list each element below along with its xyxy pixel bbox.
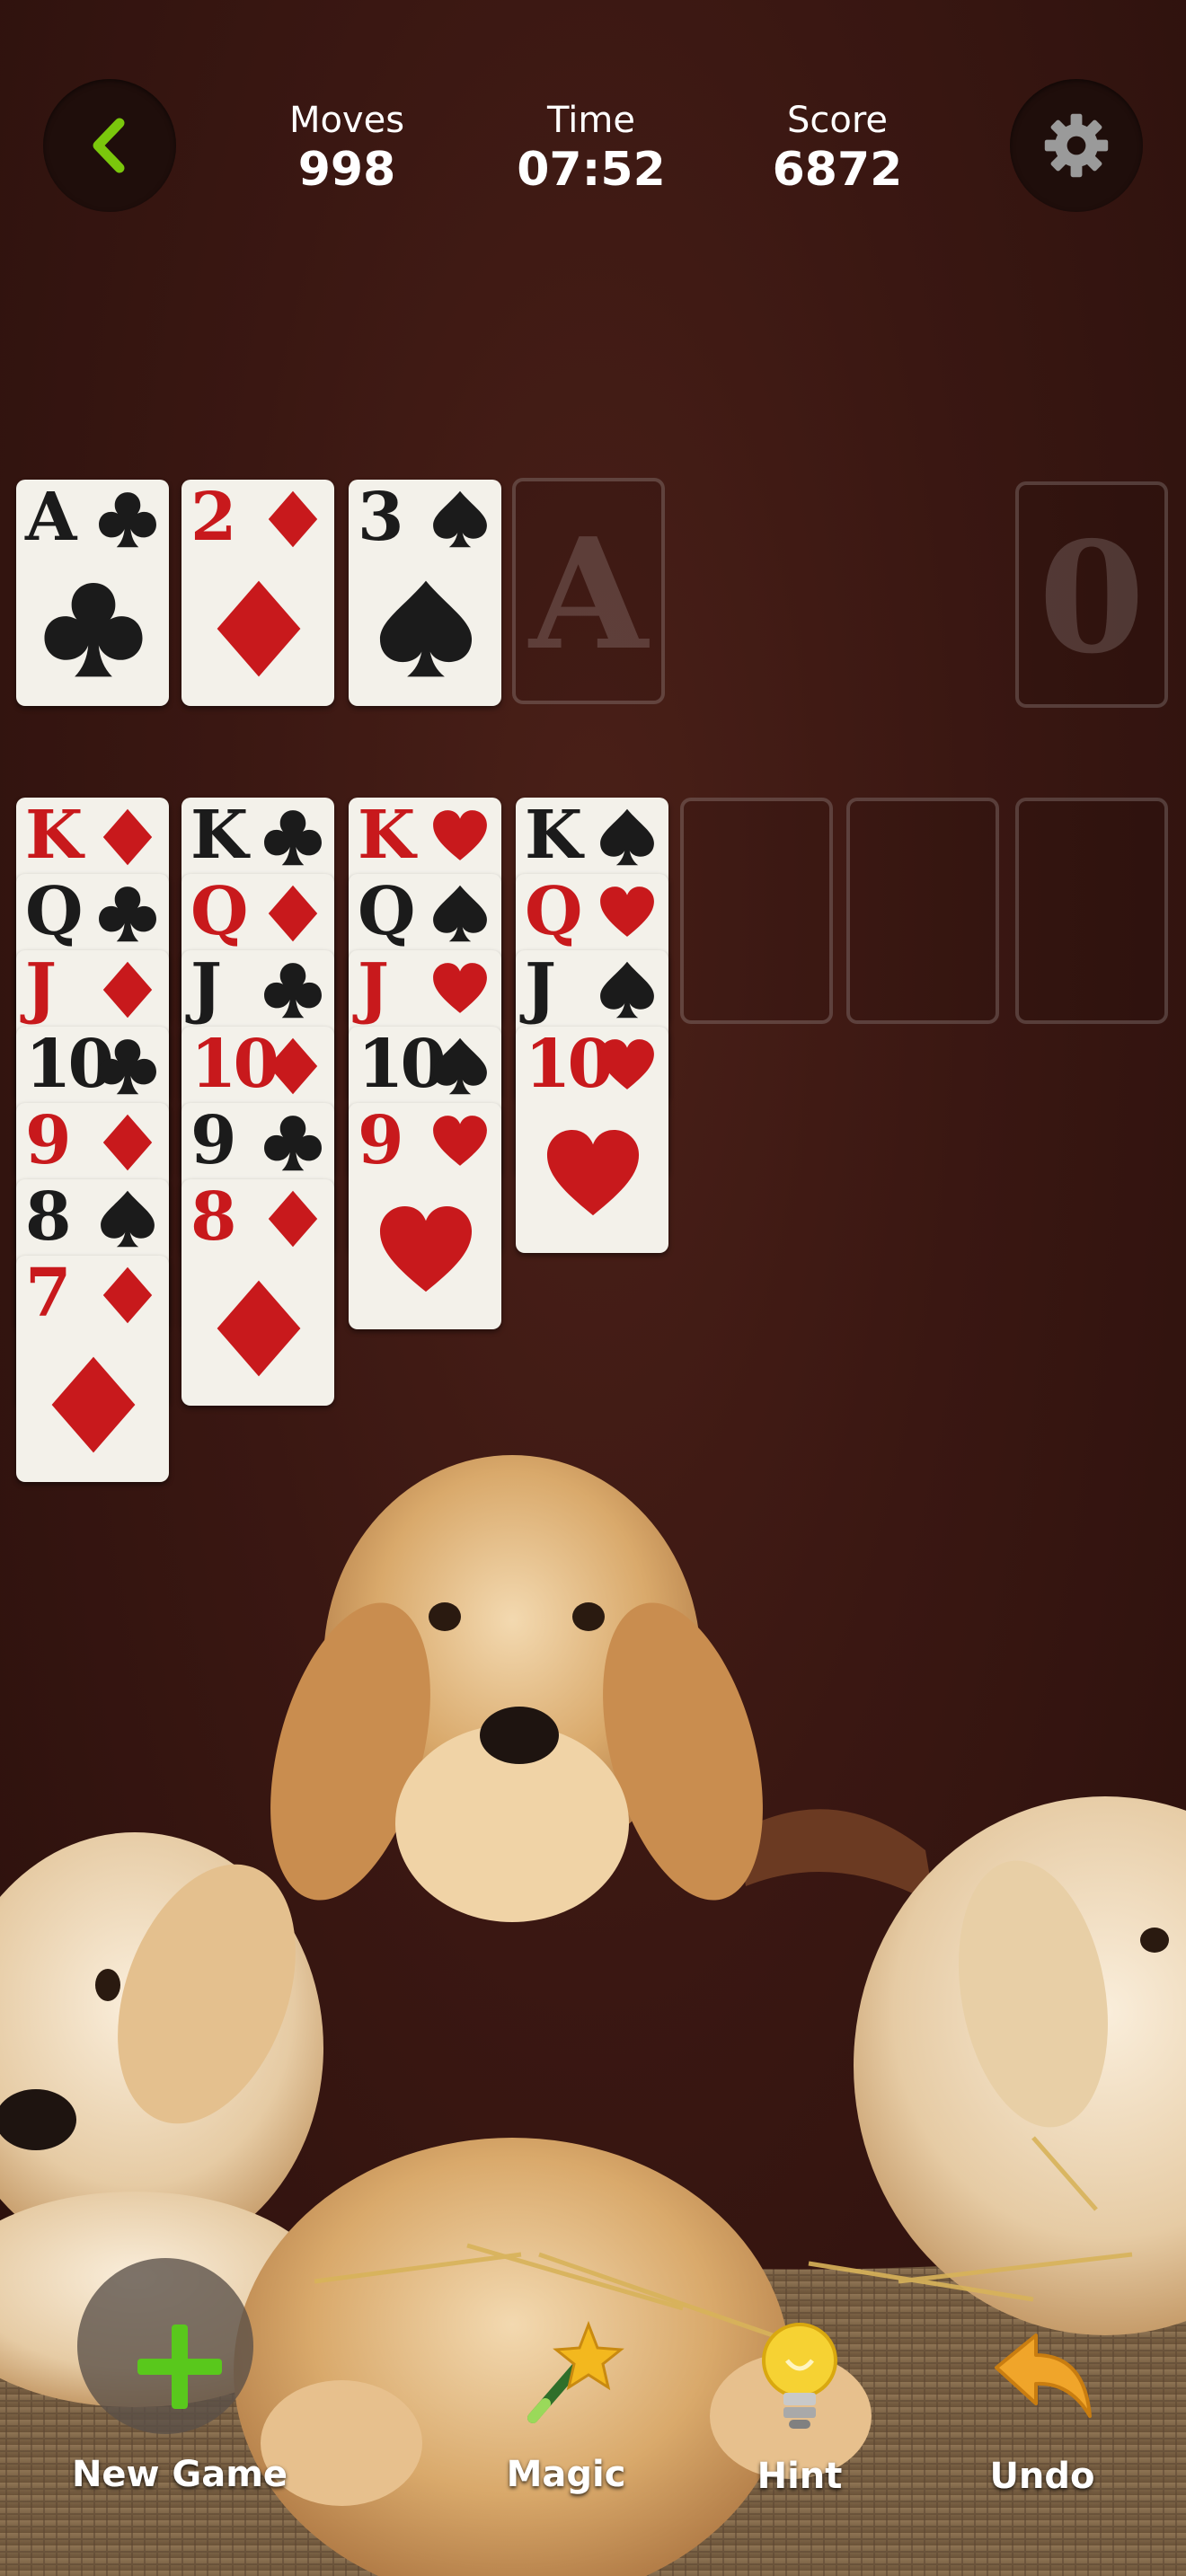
diamonds-suit-icon (268, 1037, 318, 1095)
score-label: Score (786, 100, 889, 141)
diamonds-suit-icon (268, 1190, 318, 1248)
back-button[interactable] (43, 79, 176, 212)
top-bar: Moves 998 Time 07:52 Score 6872 (0, 0, 1186, 296)
card-rank: 2 (190, 479, 236, 556)
diamonds-suit-icon (102, 808, 153, 866)
card-rank: K (525, 797, 582, 874)
magic-button[interactable]: Magic (467, 2317, 665, 2495)
magic-wand-icon (527, 2320, 624, 2423)
clubs-suit-icon (44, 582, 143, 677)
card-rank: A (25, 479, 76, 556)
diamonds-suit-icon (51, 1356, 136, 1453)
card-rank: Q (358, 873, 416, 950)
diamonds-suit-icon (102, 1266, 153, 1324)
new-game-button[interactable]: New Game (54, 2317, 305, 2495)
tableau-empty-slot[interactable] (846, 798, 999, 1024)
time-label: Time (547, 100, 635, 141)
spades-suit-icon (433, 1037, 487, 1095)
tableau-empty-slot[interactable] (1015, 798, 1168, 1024)
moves-label: Moves (288, 100, 405, 141)
score-display: Score 6872 (739, 99, 936, 198)
playing-card[interactable]: 8 (181, 1179, 334, 1406)
card-rank: 7 (25, 1255, 71, 1332)
clubs-suit-icon (264, 1116, 322, 1171)
spades-suit-icon (433, 490, 487, 548)
card-rank: Q (525, 873, 583, 950)
foundation-placeholder-ace: A (529, 505, 648, 684)
settings-button[interactable] (1010, 79, 1143, 212)
hearts-suit-icon (379, 1205, 473, 1292)
card-rank: J (525, 949, 556, 1027)
hearts-suit-icon (433, 1116, 487, 1166)
foundation-slot-empty[interactable]: A (512, 478, 665, 704)
clubs-suit-icon (99, 492, 156, 548)
tableau-empty-slot[interactable] (680, 798, 833, 1024)
hearts-suit-icon (600, 887, 654, 937)
card-rank: 8 (25, 1178, 71, 1256)
card-rank: Q (25, 873, 84, 950)
playing-card[interactable]: 2 (181, 480, 334, 706)
diamonds-suit-icon (268, 885, 318, 942)
score-value: 6872 (772, 143, 903, 197)
new-game-label: New Game (71, 2454, 288, 2495)
playing-card[interactable]: 7 (16, 1256, 169, 1482)
playing-card[interactable]: 3 (349, 480, 501, 706)
diamonds-suit-icon (217, 1280, 301, 1377)
clubs-suit-icon (99, 1039, 156, 1095)
playing-card[interactable]: 10 (516, 1027, 668, 1253)
stock-pile[interactable]: 0 (1015, 481, 1168, 708)
magic-label: Magic (506, 2454, 626, 2495)
hearts-suit-icon (433, 810, 487, 860)
card-rank: K (25, 797, 83, 874)
spades-suit-icon (433, 885, 487, 942)
card-rank: K (190, 797, 248, 874)
card-rank: J (25, 949, 57, 1027)
spades-suit-icon (600, 961, 654, 1019)
undo-button[interactable]: Undo (943, 2326, 1141, 2497)
hint-button[interactable]: Hint (710, 2319, 890, 2497)
hearts-suit-icon (433, 963, 487, 1013)
undo-label: Undo (989, 2456, 1095, 2497)
diamonds-suit-icon (217, 580, 301, 677)
gear-icon (1044, 113, 1109, 178)
moves-value: 998 (297, 143, 396, 197)
card-rank: 3 (358, 479, 403, 556)
stock-count: 0 (1038, 508, 1146, 688)
card-rank: J (190, 949, 222, 1027)
diamonds-suit-icon (102, 1114, 153, 1171)
spades-suit-icon (379, 580, 473, 677)
card-rank: 8 (190, 1178, 236, 1256)
timer: Time 07:52 (492, 99, 690, 198)
hint-label: Hint (757, 2456, 843, 2497)
diamonds-suit-icon (268, 490, 318, 548)
lightbulb-icon (762, 2323, 837, 2429)
chevron-left-icon (93, 118, 125, 173)
card-rank: J (358, 949, 389, 1027)
playing-card[interactable]: 9 (349, 1103, 501, 1329)
card-rank: 9 (25, 1102, 71, 1179)
card-rank: 9 (358, 1102, 403, 1179)
plus-icon (137, 2325, 222, 2409)
clubs-suit-icon (264, 810, 322, 866)
spades-suit-icon (600, 808, 654, 866)
undo-arrow-icon (995, 2333, 1092, 2418)
moves-counter: Moves 998 (248, 99, 446, 198)
playing-card[interactable]: A (16, 480, 169, 706)
clubs-suit-icon (264, 963, 322, 1019)
hearts-suit-icon (600, 1039, 654, 1090)
card-rank: K (358, 797, 415, 874)
spades-suit-icon (101, 1190, 155, 1248)
clubs-suit-icon (99, 887, 156, 942)
card-rank: Q (190, 873, 249, 950)
card-rank: 9 (190, 1102, 236, 1179)
hearts-suit-icon (546, 1129, 640, 1216)
time-value: 07:52 (517, 143, 666, 197)
diamonds-suit-icon (102, 961, 153, 1019)
